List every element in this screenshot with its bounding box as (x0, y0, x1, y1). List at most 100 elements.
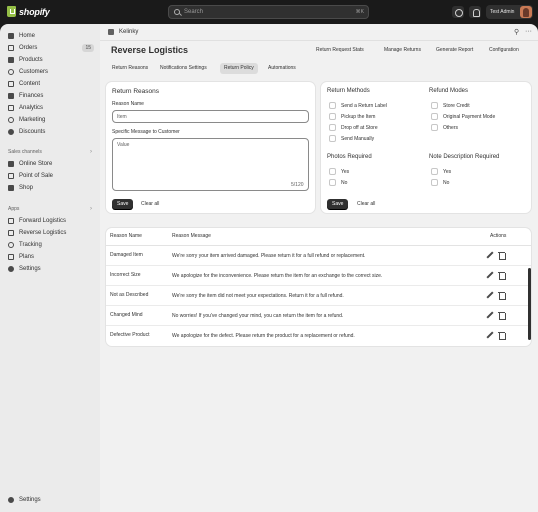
sidebar-item-app-settings[interactable]: Settings (8, 264, 94, 274)
tab-return-policy[interactable]: Return Policy (220, 63, 258, 74)
checkbox[interactable] (329, 113, 336, 120)
message-placeholder: Value (117, 142, 130, 148)
sidebar-item-analytics[interactable]: Analytics (8, 103, 94, 113)
checkbox[interactable] (329, 124, 336, 131)
sidebar-item-point-of-sale[interactable]: Point of Sale (8, 171, 94, 181)
option-label: Send Manually (341, 135, 375, 142)
shopify-logo[interactable]: shopify (7, 6, 50, 17)
sidebar-item-discounts[interactable]: Discounts (8, 127, 94, 137)
checkbox[interactable] (329, 135, 336, 142)
option-label: Store Credit (443, 102, 470, 109)
checkbox[interactable] (431, 102, 438, 109)
table-scrollbar[interactable] (528, 268, 531, 340)
refund-mode-option[interactable]: Store Credit (431, 102, 470, 109)
sidebar-item-reverse-logistics[interactable]: Reverse Logistics (8, 228, 94, 238)
checkbox[interactable] (431, 179, 438, 186)
photos-required-option[interactable]: Yes (329, 168, 349, 175)
edit-icon[interactable] (486, 291, 493, 299)
sidebar-item-content[interactable]: Content (8, 79, 94, 89)
edit-icon[interactable] (486, 251, 493, 259)
tab-automations[interactable]: Automations (264, 63, 300, 74)
clear-settings-button[interactable]: Clear all (357, 199, 375, 209)
breadcrumb[interactable]: Kelinky (108, 29, 138, 35)
configuration-link[interactable]: Configuration (489, 47, 519, 53)
table-row: Damaged Item We're sorry your item arriv… (106, 246, 531, 266)
sidebar-item-home[interactable]: Home (8, 31, 94, 41)
photos-required-option[interactable]: No (329, 179, 347, 186)
return-method-option[interactable]: Send a Return Label (329, 102, 387, 109)
tag-icon (8, 57, 14, 63)
pin-icon[interactable]: ⚲ (514, 28, 519, 36)
sidebar-item-online-store[interactable]: Online Store (8, 159, 94, 169)
return-request-stats-link[interactable]: Return Request Stats (316, 47, 364, 53)
edit-icon[interactable] (486, 311, 493, 319)
sidebar-item-forward-logistics[interactable]: Forward Logistics (8, 216, 94, 226)
sidebar-item-marketing[interactable]: Marketing (8, 115, 94, 125)
sidebar-item-shop[interactable]: Shop (8, 183, 94, 193)
option-label: Yes (341, 168, 350, 175)
content-icon (8, 81, 14, 87)
option-label: Pickup the Item (341, 113, 376, 120)
sidebar-item-settings[interactable]: Settings (8, 495, 94, 505)
user-menu-button[interactable]: Test Admin (486, 5, 533, 19)
reason-name-cell: Incorrect Size (110, 272, 141, 278)
more-icon[interactable]: ··· (525, 28, 532, 35)
delete-icon[interactable] (498, 311, 506, 320)
option-label: Others (443, 124, 459, 131)
reason-name-input[interactable]: Item (112, 110, 309, 123)
app-icon (8, 230, 14, 236)
sidebar-item-label: Products (19, 57, 43, 63)
pos-icon (8, 173, 14, 179)
message-textarea[interactable]: Value (112, 138, 309, 191)
delete-icon[interactable] (498, 271, 506, 280)
delete-icon[interactable] (498, 291, 506, 300)
return-method-option[interactable]: Pickup the Item (329, 113, 375, 120)
delete-icon[interactable] (498, 251, 506, 260)
edit-icon[interactable] (486, 331, 493, 339)
refund-mode-option[interactable]: Original Payment Mode (431, 113, 495, 120)
section-label: Apps (8, 206, 20, 212)
generate-report-link[interactable]: Generate Report (436, 47, 473, 53)
save-settings-button[interactable]: Save (327, 199, 349, 209)
sidebar-item-finances[interactable]: Finances (8, 91, 94, 101)
shopify-bag-icon (7, 6, 16, 17)
apps-header[interactable]: Apps › (8, 206, 94, 212)
sidebar-item-products[interactable]: Products (8, 55, 94, 65)
option-label: Send a Return Label (341, 102, 387, 109)
sidebar-item-plans[interactable]: Plans (8, 252, 94, 262)
checkbox[interactable] (329, 179, 336, 186)
tab-return-reasons[interactable]: Return Reasons (108, 63, 152, 74)
checkbox[interactable] (329, 168, 336, 175)
return-method-option[interactable]: Drop off at Store (329, 124, 378, 131)
clear-reason-button[interactable]: Clear all (141, 199, 159, 209)
sidebar-item-orders[interactable]: Orders 15 (8, 43, 94, 53)
bell-icon[interactable] (469, 6, 481, 18)
gear-icon (8, 497, 14, 503)
delete-icon[interactable] (498, 331, 506, 340)
checkbox[interactable] (329, 102, 336, 109)
sidebar-item-customers[interactable]: Customers (8, 67, 94, 77)
save-reason-button[interactable]: Save (112, 199, 134, 209)
sidebar-item-tracking[interactable]: Tracking (8, 240, 94, 250)
checkbox[interactable] (431, 113, 438, 120)
sidebar-item-label: Analytics (19, 105, 44, 111)
store-icon[interactable] (452, 6, 464, 18)
manage-returns-link[interactable]: Manage Returns (384, 47, 421, 53)
sales-channels-header[interactable]: Sales channels › (8, 149, 94, 155)
section-label: Sales channels (8, 149, 42, 155)
option-label: Drop off at Store (341, 124, 378, 131)
note-required-option[interactable]: Yes (431, 168, 451, 175)
header-divider (100, 40, 538, 41)
search-input[interactable]: Search ⌘K (168, 5, 369, 19)
search-placeholder: Search (184, 9, 204, 15)
tab-notifications-settings[interactable]: Notifications Settings (156, 63, 211, 74)
checkbox[interactable] (431, 124, 438, 131)
search-icon (174, 9, 180, 15)
checkbox[interactable] (431, 168, 438, 175)
note-required-option[interactable]: No (431, 179, 449, 186)
reason-name-cell: Defective Product (110, 332, 150, 338)
return-method-option[interactable]: Send Manually (329, 135, 374, 142)
card-title: Return Reasons (112, 88, 159, 95)
edit-icon[interactable] (486, 271, 493, 279)
refund-mode-option[interactable]: Others (431, 124, 458, 131)
